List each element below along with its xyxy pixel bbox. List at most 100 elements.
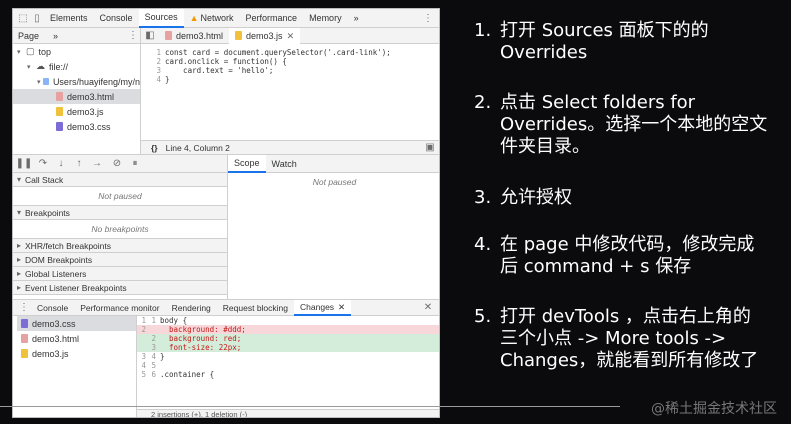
- drawer-tab-performance-monitor[interactable]: Performance monitor: [74, 300, 165, 316]
- tab-sources[interactable]: Sources: [138, 9, 184, 28]
- new-line-number: 4: [151, 352, 156, 361]
- device-toggle-icon[interactable]: ▯: [30, 11, 44, 25]
- tab-memory[interactable]: Memory: [303, 9, 348, 28]
- tab-performance[interactable]: Performance: [240, 9, 304, 28]
- tab-watch[interactable]: Watch: [266, 155, 303, 173]
- editor-status-bar: {} Line 4, Column 2 ▣: [141, 140, 439, 155]
- js-file-icon: [21, 349, 28, 358]
- old-line-number: [137, 334, 146, 343]
- scope-tabs: Scope Watch: [228, 154, 439, 173]
- changed-files-list: demo3.css demo3.html demo3.js: [17, 316, 137, 417]
- diff-text: .container {: [160, 370, 215, 379]
- section-body: No breakpoints: [13, 220, 227, 239]
- debugger-pane: ❚❚ ↷ ↓ ↑ → ⊘ ⏸ ▾ Call Stack Not paused ▾ Bre…: [13, 154, 228, 299]
- editor-tab-demo3-html[interactable]: demo3.html: [159, 28, 229, 44]
- changed-file[interactable]: demo3.js: [17, 346, 136, 361]
- tree-item[interactable]: demo3.html: [13, 89, 140, 104]
- more-options-icon[interactable]: ⋮: [421, 11, 435, 25]
- tree-item[interactable]: demo3.js: [13, 104, 140, 119]
- tree-item[interactable]: demo3.css: [13, 119, 140, 134]
- section-header[interactable]: ▸ DOM Breakpoints: [13, 253, 227, 267]
- navigator-menu-icon[interactable]: ⋮: [126, 29, 140, 43]
- tab-network-label: Network: [200, 12, 234, 23]
- expand-arrow-icon[interactable]: ▸: [17, 241, 21, 250]
- watermark: @稀土掘金技术社区: [651, 401, 777, 417]
- step-icon[interactable]: →: [90, 157, 104, 171]
- section-title: Global Listeners: [25, 268, 87, 279]
- close-drawer-icon[interactable]: ✕: [421, 301, 435, 315]
- section-title: Call Stack: [25, 174, 64, 185]
- tree-item-label: demo3.css: [67, 121, 111, 132]
- code-line: card.text = 'hello';: [165, 66, 274, 75]
- code-area[interactable]: 1234 const card = document.querySelector…: [141, 48, 439, 143]
- old-line-number: 1: [141, 316, 146, 325]
- cursor-position: Line 4, Column 2: [165, 142, 230, 153]
- diff-row: 2 background: #ddd;: [137, 325, 439, 334]
- diff-text: background: #ddd;: [160, 325, 246, 334]
- section-header[interactable]: ▾ Breakpoints: [13, 206, 227, 220]
- drawer-tab-request-blocking[interactable]: Request blocking: [217, 300, 294, 316]
- diff-text: font-size: 22px;: [160, 343, 242, 352]
- tree-item[interactable]: ▾ ☁ file://: [13, 59, 140, 74]
- drawer-tab-changes[interactable]: Changes ✕: [294, 299, 352, 316]
- close-drawer-tab-icon[interactable]: ✕: [338, 302, 345, 312]
- tree-item[interactable]: ▾ Users/huayifeng/my/n: [13, 74, 140, 89]
- section-title: XHR/fetch Breakpoints: [25, 240, 111, 251]
- folder-icon: [42, 78, 49, 85]
- editor-tab-demo3-js[interactable]: demo3.js ✕: [229, 27, 301, 44]
- js-icon: [56, 107, 63, 116]
- tree-item[interactable]: ▾ ▢ top: [13, 44, 140, 59]
- expand-arrow-icon[interactable]: ▾: [17, 208, 21, 217]
- expand-arrow-icon[interactable]: ▾: [27, 63, 36, 71]
- tab-network[interactable]: ▲ Network: [184, 9, 240, 28]
- step-number: 2.: [474, 92, 492, 113]
- expand-arrow-icon[interactable]: ▾: [17, 175, 21, 184]
- navigator-more-button[interactable]: »: [53, 31, 58, 41]
- tab-elements[interactable]: Elements: [44, 9, 94, 28]
- close-tab-icon[interactable]: ✕: [287, 28, 295, 44]
- sources-navigator: Page » ⋮ ▾ ▢ top ▾ ☁ file://▾ Users/huayifeng/…: [13, 28, 141, 154]
- diff-text: body {: [160, 316, 188, 325]
- warning-icon: ▲: [189, 12, 199, 23]
- code-line: card.onclick = function() {: [165, 57, 287, 66]
- tab-scope[interactable]: Scope: [228, 154, 266, 173]
- section-title: DOM Breakpoints: [25, 254, 93, 265]
- html-file-icon: [21, 334, 28, 343]
- drawer-menu-icon[interactable]: ⋮: [17, 301, 31, 315]
- changed-file[interactable]: demo3.html: [17, 331, 136, 346]
- editor-tab-label: demo3.js: [246, 30, 283, 41]
- expand-arrow-icon[interactable]: ▸: [17, 255, 21, 264]
- section-header[interactable]: ▸ XHR/fetch Breakpoints: [13, 239, 227, 253]
- instructions: 1. 打开 Sources 面板下的的 Overrides 2. 点击 Select…: [446, 0, 791, 424]
- slide: ⬚ ▯ Elements Console Sources ▲ Network Pe…: [0, 0, 791, 424]
- pause-on-exceptions-icon[interactable]: ⏸: [128, 157, 142, 171]
- coverage-icon[interactable]: ▣: [423, 141, 437, 155]
- step-text: 点击 Select folders for Overrides。选择一个本地的空…: [500, 92, 768, 157]
- inspect-element-icon[interactable]: ⬚: [16, 11, 30, 25]
- tree-item-label: Users/huayifeng/my/n: [52, 76, 140, 87]
- code-editor: ◧ demo3.html demo3.js ✕ 1234 const card =…: [141, 27, 439, 154]
- step-over-icon[interactable]: ↷: [36, 157, 50, 171]
- drawer-tab-rendering[interactable]: Rendering: [166, 300, 217, 316]
- old-line-number: 3: [141, 352, 146, 361]
- old-line-number: [137, 343, 146, 352]
- step-into-icon[interactable]: ↓: [54, 157, 68, 171]
- section-header[interactable]: ▸ Global Listeners: [13, 267, 227, 281]
- more-tabs-button[interactable]: »: [348, 9, 365, 28]
- step-out-icon[interactable]: ↑: [72, 157, 86, 171]
- changed-file[interactable]: demo3.css: [17, 316, 136, 331]
- section-header[interactable]: ▾ Call Stack: [13, 173, 227, 187]
- expand-arrow-icon[interactable]: ▸: [17, 283, 21, 292]
- tab-page[interactable]: Page: [18, 31, 39, 41]
- section-header[interactable]: ▸ Event Listener Breakpoints: [13, 281, 227, 295]
- expand-arrow-icon[interactable]: ▸: [17, 269, 21, 278]
- deactivate-breakpoints-icon[interactable]: ⊘: [110, 157, 124, 171]
- tab-console[interactable]: Console: [94, 9, 139, 28]
- drawer-tab-console[interactable]: Console: [31, 300, 74, 316]
- step-4: 4. 在 page 中修改代码，修改完成 后 command + s 保存: [474, 234, 790, 278]
- pretty-print-button[interactable]: {}: [151, 143, 158, 153]
- pause-icon[interactable]: ❚❚: [16, 157, 33, 171]
- toggle-navigator-icon[interactable]: ◧: [143, 29, 157, 43]
- diff-view: 1 1 body {2 background: #ddd; 2 background:…: [137, 316, 439, 417]
- expand-arrow-icon[interactable]: ▾: [17, 48, 26, 56]
